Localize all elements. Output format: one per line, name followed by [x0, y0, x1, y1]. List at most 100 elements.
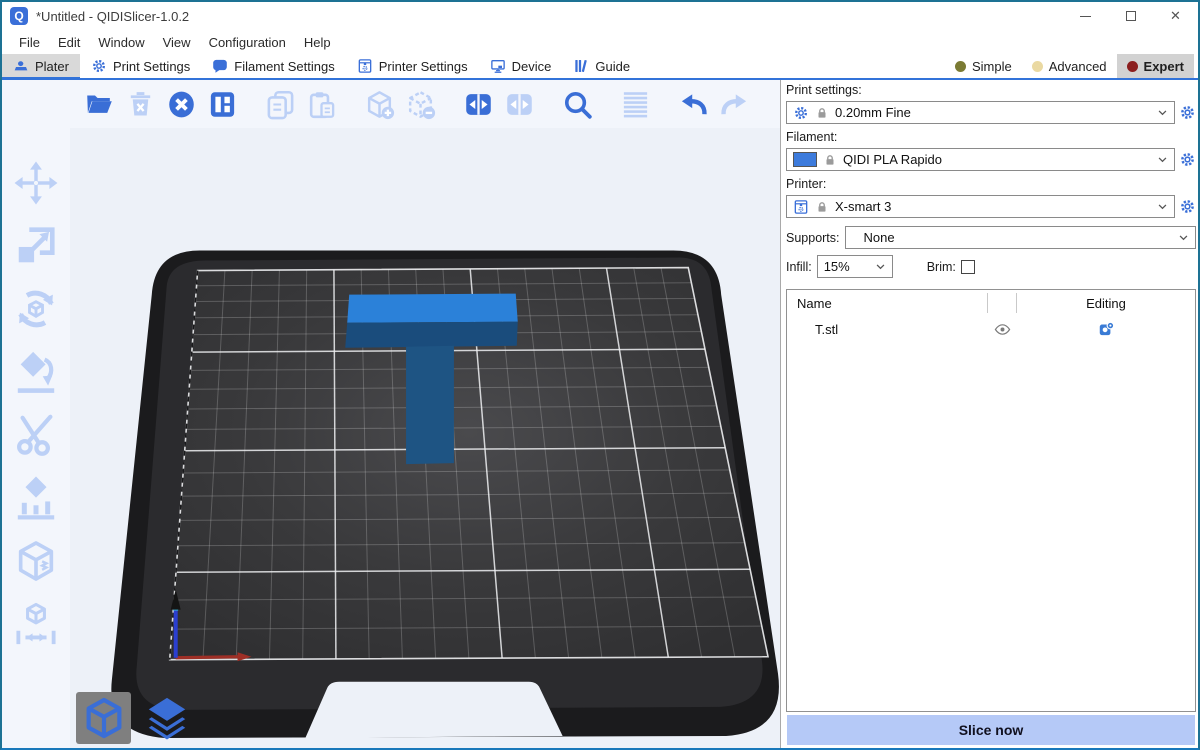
- printer-icon: [357, 58, 373, 74]
- infill-value: 15%: [824, 259, 850, 274]
- device-monitor-icon: [490, 58, 506, 74]
- paint-supports-tool-icon[interactable]: [13, 475, 59, 521]
- brim-checkbox[interactable]: [961, 260, 975, 274]
- edit-filament-button[interactable]: [1179, 151, 1196, 168]
- chevron-down-icon: [1155, 105, 1170, 120]
- menu-edit[interactable]: Edit: [49, 33, 89, 52]
- menu-bar: File Edit Window View Configuration Help: [2, 30, 1198, 54]
- tab-bar: Plater Print Settings Filament Settings …: [2, 54, 1198, 80]
- maximize-button[interactable]: [1108, 2, 1153, 30]
- print-settings-combo[interactable]: 0.20mm Fine: [786, 101, 1175, 124]
- search-button[interactable]: [560, 87, 594, 121]
- print-settings-value: 0.20mm Fine: [835, 105, 911, 120]
- supports-label: Supports:: [786, 231, 840, 245]
- slice-now-button[interactable]: Slice now: [787, 715, 1195, 745]
- tab-guide[interactable]: Guide: [562, 54, 641, 78]
- menu-help[interactable]: Help: [295, 33, 340, 52]
- simple-dot-icon: [955, 61, 966, 72]
- split-to-parts-button[interactable]: [502, 87, 536, 121]
- close-button[interactable]: ✕: [1153, 2, 1198, 30]
- build-plate-scene[interactable]: [70, 80, 780, 748]
- edit-print-settings-button[interactable]: [1179, 104, 1196, 121]
- preview-view-button[interactable]: [139, 692, 194, 744]
- window-title: *Untitled - QIDISlicer-1.0.2: [36, 9, 189, 24]
- tab-device[interactable]: Device: [479, 54, 563, 78]
- menu-window[interactable]: Window: [89, 33, 153, 52]
- brim-label: Brim:: [927, 260, 956, 274]
- tab-filament-settings[interactable]: Filament Settings: [201, 54, 345, 78]
- eye-icon[interactable]: [994, 321, 1011, 338]
- undo-button[interactable]: [676, 87, 710, 121]
- seam-painting-tool-icon[interactable]: [13, 538, 59, 584]
- view-toggles: [76, 692, 194, 744]
- table-row[interactable]: T.stl: [787, 316, 1195, 342]
- printer-value: X-smart 3: [835, 199, 891, 214]
- split-to-objects-button[interactable]: [461, 87, 495, 121]
- supports-value: None: [852, 230, 895, 245]
- menu-file[interactable]: File: [10, 33, 49, 52]
- preview-layers-icon: [144, 695, 190, 741]
- mode-simple[interactable]: Simple: [945, 54, 1022, 78]
- place-on-face-tool-icon[interactable]: [13, 349, 59, 395]
- printer-label: Printer:: [786, 177, 1196, 193]
- name-column-header: Name: [787, 296, 987, 311]
- menu-view[interactable]: View: [154, 33, 200, 52]
- guide-books-icon: [573, 58, 589, 74]
- infill-combo[interactable]: 15%: [817, 255, 893, 278]
- measure-tool-icon[interactable]: [13, 601, 59, 647]
- editor-view-button[interactable]: [76, 692, 131, 744]
- redo-button[interactable]: [717, 87, 751, 121]
- open-button[interactable]: [82, 87, 116, 121]
- viewport-3d[interactable]: [70, 80, 780, 748]
- edit-object-icon[interactable]: [1098, 321, 1115, 338]
- editor-cube-icon: [81, 695, 127, 741]
- expert-dot-icon: [1127, 61, 1138, 72]
- arrange-button[interactable]: [205, 87, 239, 121]
- delete-all-button[interactable]: [164, 87, 198, 121]
- tab-printer-settings[interactable]: Printer Settings: [346, 54, 479, 78]
- mode-selector: Simple Advanced Expert: [945, 54, 1198, 78]
- tab-plater[interactable]: Plater: [2, 54, 80, 78]
- filament-icon: [212, 58, 228, 74]
- title-bar: Q *Untitled - QIDISlicer-1.0.2 ✕: [2, 2, 1198, 30]
- printer-combo[interactable]: X-smart 3: [786, 195, 1175, 218]
- printer-icon: [793, 199, 809, 215]
- object-name: T.stl: [787, 322, 987, 337]
- chevron-down-icon: [1155, 152, 1170, 167]
- filament-color-swatch: [793, 152, 817, 167]
- minimize-icon: [1080, 16, 1091, 17]
- delete-button[interactable]: [123, 87, 157, 121]
- app-logo-icon: Q: [10, 7, 28, 25]
- plater-bed-icon: [13, 58, 29, 74]
- print-settings-label: Print settings:: [786, 83, 1196, 99]
- supports-combo[interactable]: None: [845, 226, 1196, 249]
- paste-button[interactable]: [304, 87, 338, 121]
- edit-printer-button[interactable]: [1179, 198, 1196, 215]
- cut-tool-icon[interactable]: [13, 412, 59, 458]
- viewport-toolbar: [70, 80, 780, 128]
- gear-icon: [793, 105, 809, 121]
- tab-print-settings[interactable]: Print Settings: [80, 54, 201, 78]
- chevron-down-icon: [1155, 199, 1170, 214]
- mode-advanced[interactable]: Advanced: [1022, 54, 1117, 78]
- copy-button[interactable]: [263, 87, 297, 121]
- filament-combo[interactable]: QIDI PLA Rapido: [786, 148, 1175, 171]
- visibility-column-header: [987, 293, 1017, 313]
- close-icon: ✕: [1170, 8, 1181, 24]
- minimize-button[interactable]: [1063, 2, 1108, 30]
- lock-icon: [815, 200, 829, 214]
- variable-layer-height-button[interactable]: [618, 87, 652, 121]
- infill-label: Infill:: [786, 260, 812, 274]
- mode-expert[interactable]: Expert: [1117, 54, 1194, 78]
- editing-column-header: Editing: [1017, 296, 1195, 311]
- lock-icon: [815, 106, 829, 120]
- move-tool-icon[interactable]: [13, 160, 59, 206]
- rotate-tool-icon[interactable]: [13, 286, 59, 332]
- maximize-icon: [1126, 11, 1136, 21]
- menu-configuration[interactable]: Configuration: [200, 33, 295, 52]
- advanced-dot-icon: [1032, 61, 1043, 72]
- add-instance-button[interactable]: [362, 87, 396, 121]
- scale-tool-icon[interactable]: [13, 223, 59, 269]
- object-list: Name Editing T.stl: [786, 289, 1196, 712]
- remove-instance-button[interactable]: [403, 87, 437, 121]
